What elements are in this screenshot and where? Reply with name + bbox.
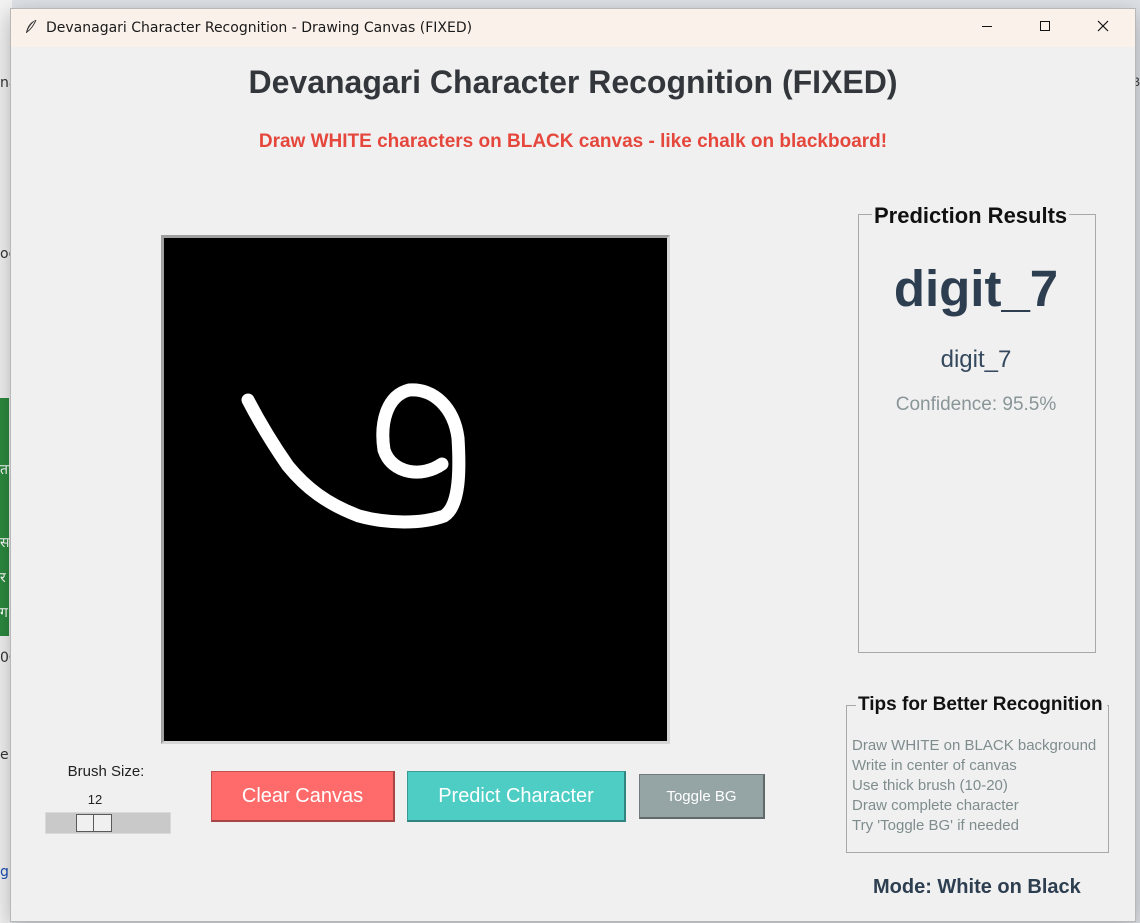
confidence-text: Confidence: 95.5% [895,394,1057,415]
background-text: g [0,864,9,880]
background-text: स [0,535,10,551]
brush-size-slider[interactable] [45,812,171,834]
tips-panel: Draw WHITE on BLACK background Write in … [846,705,1109,853]
prediction-results-title: Prediction Results [872,203,1070,229]
background-text: e [0,747,9,763]
minimize-icon [981,19,993,37]
brush-size-label: Brush Size: [67,763,145,780]
predicted-class: digit_7 [893,260,1059,317]
mode-status: Mode: White on Black [873,876,1081,898]
background-text: र [0,570,6,586]
clear-canvas-button[interactable]: Clear Canvas [211,771,395,822]
slider-thumb[interactable] [76,814,112,832]
app-window: Devanagari Character Recognition - Drawi… [10,8,1136,922]
tip-item: Draw WHITE on BLACK background [852,737,1097,754]
tips-title: Tips for Better Recognition [856,694,1107,716]
tip-item: Write in center of canvas [852,757,1017,774]
drawn-stroke [241,383,466,529]
minimize-button[interactable] [958,9,1016,47]
maximize-button[interactable] [1016,9,1074,47]
brush-size-value: 12 [87,792,103,807]
tip-item: Use thick brush (10-20) [852,777,1008,794]
instruction-text: Draw WHITE characters on BLACK canvas - … [258,131,888,152]
tips-list: Draw WHITE on BLACK background Write in … [852,736,1108,836]
window-title: Devanagari Character Recognition - Drawi… [46,20,473,36]
background-text: ग [0,605,8,621]
page-title: Devanagari Character Recognition (FIXED) [248,64,898,100]
background-green-panel [0,398,9,636]
drawing-canvas[interactable] [164,238,667,741]
tip-item: Draw complete character [852,797,1019,814]
canvas-frame [161,235,670,744]
close-icon [1097,19,1109,37]
maximize-icon [1039,19,1051,37]
tip-item: Try 'Toggle BG' if needed [852,817,1019,834]
feather-icon [23,19,39,35]
title-bar[interactable]: Devanagari Character Recognition - Drawi… [11,9,1135,47]
predicted-label: digit_7 [940,346,1012,373]
toggle-bg-button[interactable]: Toggle BG [639,774,765,819]
predict-character-button[interactable]: Predict Character [407,771,626,822]
close-button[interactable] [1074,9,1132,47]
